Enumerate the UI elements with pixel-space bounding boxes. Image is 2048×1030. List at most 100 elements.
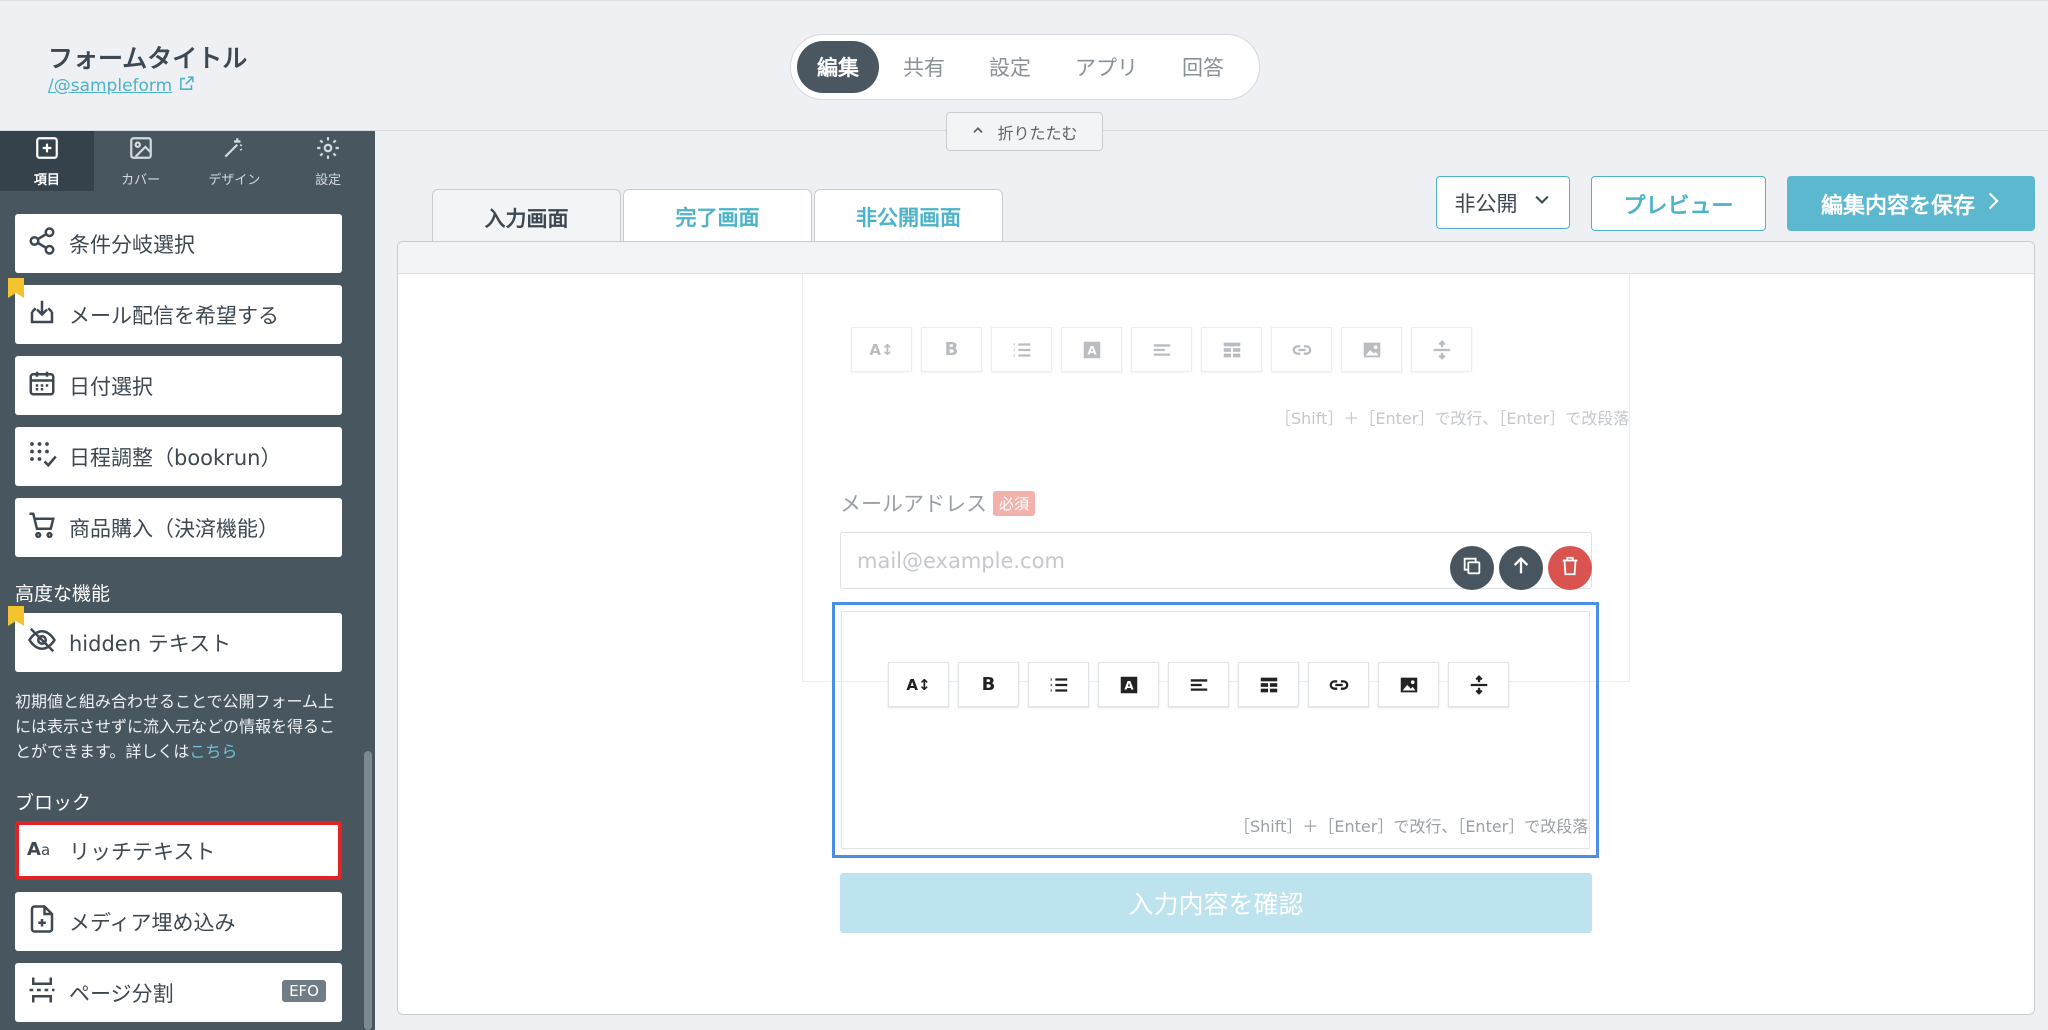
save-button[interactable]: 編集内容を保存	[1787, 176, 2035, 231]
rich-text-hint: ［Shift］＋［Enter］で改行、［Enter］で改段落	[1234, 817, 1589, 836]
note-link[interactable]: こちら	[189, 742, 237, 761]
sidebar-tab-label: 項目	[33, 172, 60, 188]
sidebar-item-hidden-text[interactable]: hidden テキスト	[15, 613, 342, 672]
svg-text:A: A	[1124, 678, 1134, 692]
cart-icon	[27, 510, 57, 545]
sidebar-tab-label: デザイン	[208, 172, 261, 188]
sidebar-tab-label: 設定	[315, 172, 342, 188]
sidebar-item-date[interactable]: 日付選択	[15, 356, 342, 415]
sidebar: 項目 カバー デザイン 設定 条件分岐選択 メール配信を希望する 日付選択 日程…	[0, 131, 375, 1030]
sidebar-item-label: 商品購入（決済機能）	[69, 516, 279, 541]
mode-tabs: 編集 共有 設定 アプリ 回答	[790, 34, 1260, 100]
sidebar-scrollbar[interactable]	[364, 751, 372, 1030]
arrow-up-icon	[1510, 555, 1532, 581]
sidebar-item-media-embed[interactable]: メディア埋め込み	[15, 892, 342, 951]
note-text: 初期値と組み合わせることで公開フォーム上には表示させずに流入元などの情報を得るこ…	[15, 692, 336, 761]
branch-icon	[27, 226, 57, 261]
duplicate-button[interactable]	[1450, 546, 1494, 590]
delete-button[interactable]	[1548, 546, 1592, 590]
advanced-section-title: 高度な機能	[15, 583, 111, 605]
bold-icon[interactable]: B	[958, 662, 1019, 707]
visibility-value: 非公開	[1454, 191, 1518, 216]
calendar-icon	[27, 368, 57, 403]
table-icon[interactable]	[1238, 662, 1299, 707]
sidebar-item-label: リッチテキスト	[69, 839, 216, 864]
text-size-icon[interactable]: A↕	[888, 662, 949, 707]
mode-tab-apps[interactable]: アプリ	[1055, 41, 1158, 93]
sidebar-item-page-split[interactable]: ページ分割 EFO	[15, 963, 342, 1022]
sidebar-tab-design[interactable]: デザイン	[188, 131, 282, 191]
move-up-button[interactable]	[1499, 546, 1543, 590]
save-label: 編集内容を保存	[1820, 193, 1975, 219]
fold-label: 折りたたむ	[997, 123, 1078, 143]
table-icon[interactable]	[1201, 327, 1262, 372]
sidebar-tab-settings[interactable]: 設定	[281, 131, 375, 191]
sidebar-item-label: メール配信を希望する	[69, 303, 279, 328]
form-canvas: A↕ B A ［Shift］＋［Enter］で改行、［Enter］で改段落 メー…	[397, 241, 2035, 1015]
confirm-button[interactable]: 入力内容を確認	[840, 873, 1592, 933]
svg-text:A: A	[27, 839, 41, 860]
hidden-text-note: 初期値と組み合わせることで公開フォーム上には表示させずに流入元などの情報を得るこ…	[15, 689, 347, 764]
required-badge: 必須	[993, 490, 1036, 516]
svg-text:A: A	[1087, 343, 1097, 357]
image-icon[interactable]	[1378, 662, 1439, 707]
tab-input-screen[interactable]: 入力画面	[432, 189, 621, 245]
chevron-down-icon	[1532, 190, 1552, 215]
plus-square-icon	[34, 135, 60, 165]
link-icon[interactable]	[1271, 327, 1332, 372]
divider-icon[interactable]	[1448, 662, 1509, 707]
efo-badge: EFO	[282, 980, 326, 1002]
sidebar-tab-cover[interactable]: カバー	[94, 131, 188, 191]
file-plus-icon	[27, 904, 57, 939]
sidebar-item-label: ページ分割	[69, 981, 174, 1006]
text-size-icon[interactable]: A↕	[851, 327, 912, 372]
image-icon[interactable]	[1341, 327, 1402, 372]
sidebar-tabs: 項目 カバー デザイン 設定	[0, 131, 375, 191]
sidebar-item-label: メディア埋め込み	[69, 910, 236, 935]
list-icon[interactable]	[1028, 662, 1089, 707]
sidebar-item-label: 条件分岐選択	[69, 232, 195, 257]
sidebar-item-rich-text[interactable]: Aa リッチテキスト	[15, 821, 342, 880]
image-icon	[128, 135, 154, 165]
trash-icon	[1559, 555, 1581, 581]
sidebar-item-label: 日付選択	[69, 374, 153, 399]
sidebar-item-mail-subscribe[interactable]: メール配信を希望する	[15, 285, 342, 344]
divider-icon[interactable]	[1411, 327, 1472, 372]
sidebar-item-conditional-branch[interactable]: 条件分岐選択	[15, 214, 342, 273]
sidebar-item-label: hidden テキスト	[69, 631, 232, 656]
mode-tab-responses[interactable]: 回答	[1162, 41, 1244, 93]
visibility-select[interactable]: 非公開	[1436, 176, 1570, 229]
align-icon[interactable]	[1168, 662, 1229, 707]
mode-tab-settings[interactable]: 設定	[969, 41, 1051, 93]
fold-button[interactable]: 折りたたむ	[946, 112, 1103, 151]
form-title: フォームタイトル	[48, 44, 248, 73]
chevron-right-icon	[1985, 191, 2001, 217]
email-placeholder: mail@example.com	[857, 548, 1065, 573]
text-color-icon[interactable]: A	[1098, 662, 1159, 707]
form-url-text: /@sampleform	[48, 76, 173, 96]
mode-tab-edit[interactable]: 編集	[797, 41, 879, 93]
copy-icon	[1461, 555, 1483, 581]
link-icon[interactable]	[1308, 662, 1369, 707]
sidebar-tab-items[interactable]: 項目	[0, 131, 94, 191]
sidebar-item-label: 日程調整（bookrun）	[69, 445, 282, 470]
list-icon[interactable]	[991, 327, 1052, 372]
rich-text-toolbar: A↕ B A	[888, 662, 1509, 707]
gear-icon	[315, 135, 341, 165]
preview-button[interactable]: プレビュー	[1591, 176, 1766, 231]
text-color-icon[interactable]: A	[1061, 327, 1122, 372]
mode-tab-share[interactable]: 共有	[883, 41, 965, 93]
external-link-icon	[178, 75, 195, 97]
bold-icon[interactable]: B	[921, 327, 982, 372]
eye-off-icon	[27, 625, 57, 660]
chevron-up-icon	[971, 122, 985, 141]
tab-complete-screen[interactable]: 完了画面	[623, 189, 812, 243]
mail-inbox-icon	[27, 297, 57, 332]
tab-private-screen[interactable]: 非公開画面	[814, 189, 1003, 243]
sidebar-item-schedule[interactable]: 日程調整（bookrun）	[15, 427, 342, 486]
text-aa-icon: Aa	[27, 833, 57, 868]
sidebar-item-purchase[interactable]: 商品購入（決済機能）	[15, 498, 342, 557]
email-label-text: メールアドレス	[840, 492, 987, 516]
align-icon[interactable]	[1131, 327, 1192, 372]
form-url-link[interactable]: /@sampleform	[48, 75, 195, 97]
